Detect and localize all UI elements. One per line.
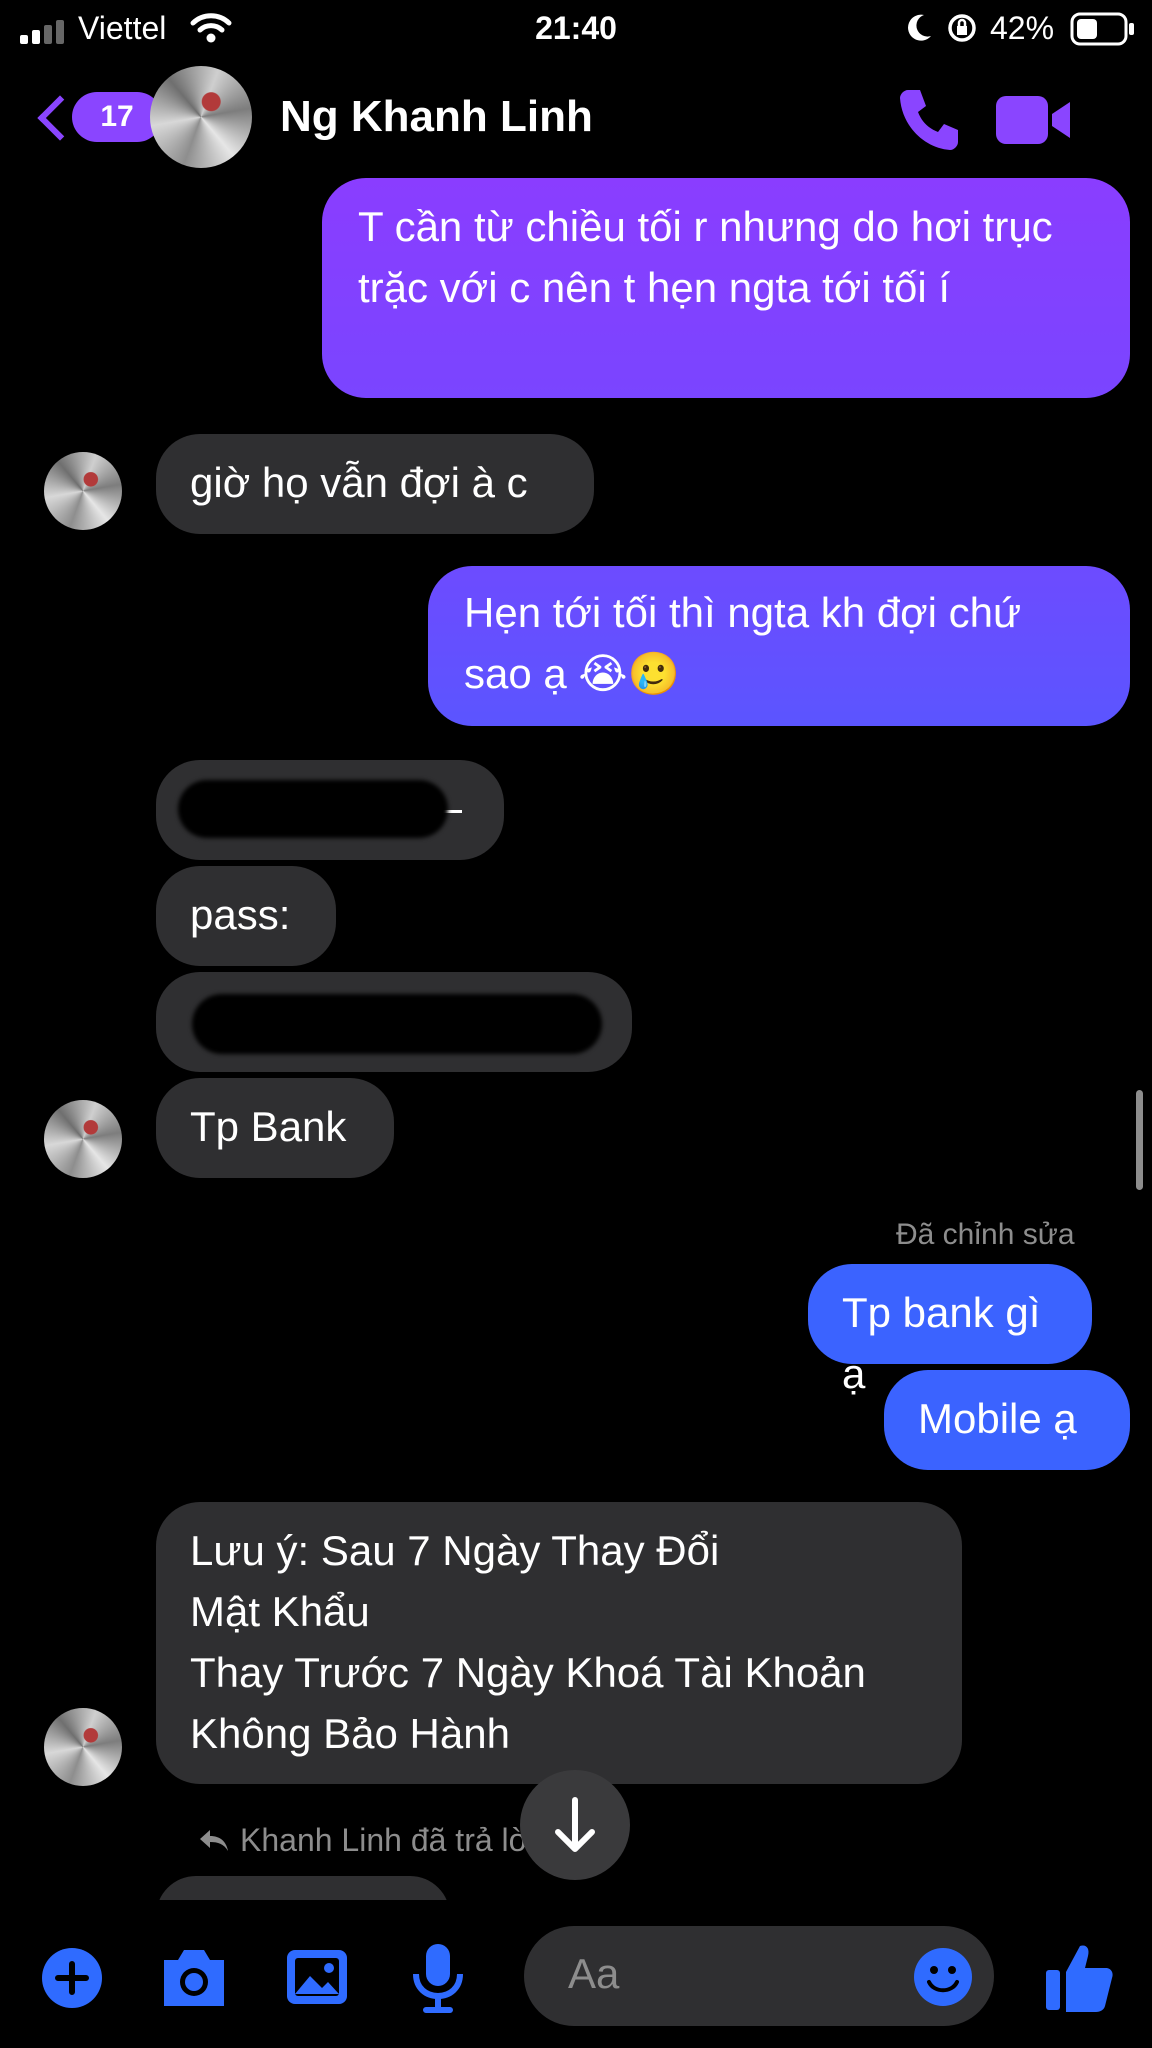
incoming-message[interactable]: pass: <box>156 866 336 966</box>
scrollbar[interactable] <box>1136 1090 1143 1190</box>
video-call-icon[interactable] <box>994 90 1074 150</box>
battery-percent: 42% <box>990 10 1055 46</box>
unread-count-badge: 17 <box>72 92 162 142</box>
redaction-scribble <box>192 994 602 1054</box>
contact-avatar[interactable] <box>150 66 252 168</box>
image-gallery-icon[interactable] <box>284 1944 350 2010</box>
back-button[interactable]: 17 <box>34 92 162 144</box>
message-line: Không Bảo Hành <box>190 1710 510 1757</box>
clock: 21:40 <box>535 10 617 46</box>
message-line: Mật Khẩu <box>190 1588 370 1635</box>
moon-icon <box>908 14 931 41</box>
camera-icon[interactable] <box>158 1944 230 2010</box>
outgoing-message[interactable]: Hẹn tới tối thì ngta kh đợi chứ sao ạ 😭🥲 <box>428 566 1130 726</box>
incoming-message[interactable]: giờ họ vẫn đợi à c <box>156 434 594 534</box>
message-line: Thay Trước 7 Ngày Khoá Tài Khoản <box>190 1649 866 1696</box>
status-bar: Viettel 21:40 42% <box>0 0 1152 58</box>
incoming-message-redacted[interactable] <box>156 760 504 860</box>
incoming-message-redacted[interactable] <box>156 972 632 1072</box>
phone-call-icon[interactable] <box>894 84 964 154</box>
contact-name[interactable]: Ng Khanh Linh <box>280 92 593 142</box>
message-input-placeholder: Aa <box>568 1950 620 1997</box>
sender-avatar <box>44 1100 122 1178</box>
sender-avatar <box>44 1708 122 1786</box>
outgoing-message[interactable]: Tp bank gì ạ <box>808 1264 1092 1397</box>
plus-icon[interactable] <box>40 1946 104 2010</box>
sender-avatar <box>44 452 122 530</box>
arrow-down-icon <box>555 1797 595 1852</box>
incoming-message[interactable]: Lưu ý: Sau 7 Ngày Thay Đổi Mật Khẩu Thay… <box>156 1502 962 1784</box>
incoming-message[interactable]: Tp Bank <box>156 1078 394 1178</box>
outgoing-message[interactable]: Mobile ạ <box>884 1370 1130 1470</box>
outgoing-message[interactable]: T cần từ chiều tối r nhưng do hơi trục t… <box>322 178 1130 398</box>
scroll-to-bottom-button[interactable] <box>520 1770 630 1880</box>
emoji-icon[interactable] <box>912 1946 974 2008</box>
battery-icon <box>1070 12 1134 46</box>
rotation-lock-icon <box>948 14 976 42</box>
edited-label: Đã chỉnh sửa <box>896 1218 1075 1251</box>
thumbs-up-icon[interactable] <box>1044 1940 1114 2014</box>
microphone-icon[interactable] <box>408 1942 468 2014</box>
redaction-scribble <box>178 780 448 838</box>
message-input[interactable]: Aa <box>524 1926 994 2026</box>
reply-note: Khanh Linh đã trả lời <box>240 1822 537 1858</box>
reply-arrow-icon <box>200 1830 228 1851</box>
message-line: Lưu ý: Sau 7 Ngày Thay Đổi <box>190 1527 720 1574</box>
